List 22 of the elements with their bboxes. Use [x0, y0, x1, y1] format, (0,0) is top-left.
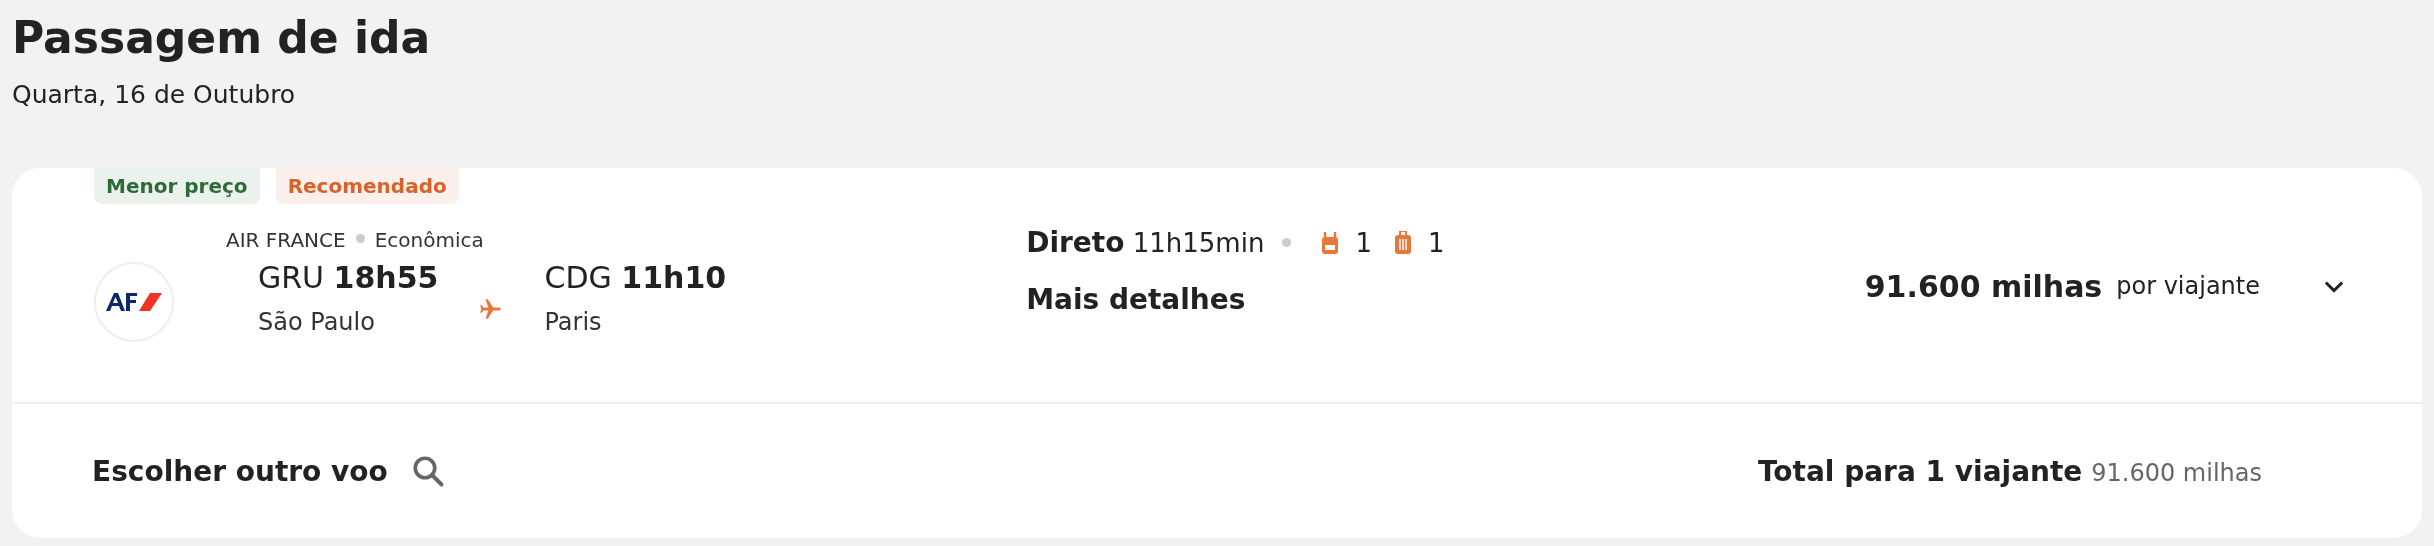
flight-duration: Direto 11h15min — [1026, 226, 1265, 259]
page-title: Passagem de ida — [12, 11, 432, 65]
details-link[interactable]: Mais detalhes — [1026, 283, 1467, 316]
price-note: por viajante — [2116, 272, 2260, 300]
baggage-count: 1 — [1355, 227, 1372, 258]
separator-dot — [1282, 238, 1292, 247]
suitcase-icon — [1393, 230, 1412, 255]
arrival-time: CDG 11h10 — [544, 259, 727, 297]
cabin-class: Econômica — [374, 227, 484, 254]
departure-city: São Paulo — [258, 307, 376, 338]
change-flight-button[interactable]: Escolher outro voo — [92, 453, 446, 489]
price: 91.600 milhas — [1864, 268, 2103, 304]
tag: Recomendado — [275, 168, 459, 204]
total: Total para 1 viajante 91.600 milhas — [1757, 454, 2262, 488]
airline-name: AIR FRANCE — [226, 227, 346, 254]
backpack-icon — [1321, 230, 1340, 255]
departure-time: GRU 18h55 — [258, 259, 439, 297]
baggage-count: 1 — [1427, 227, 1445, 258]
arrival-city: Paris — [544, 307, 603, 338]
tag: Menor preço — [94, 168, 260, 204]
separator-dot — [355, 234, 365, 243]
page-subtitle: Quarta, 16 de Outubro — [12, 79, 297, 111]
